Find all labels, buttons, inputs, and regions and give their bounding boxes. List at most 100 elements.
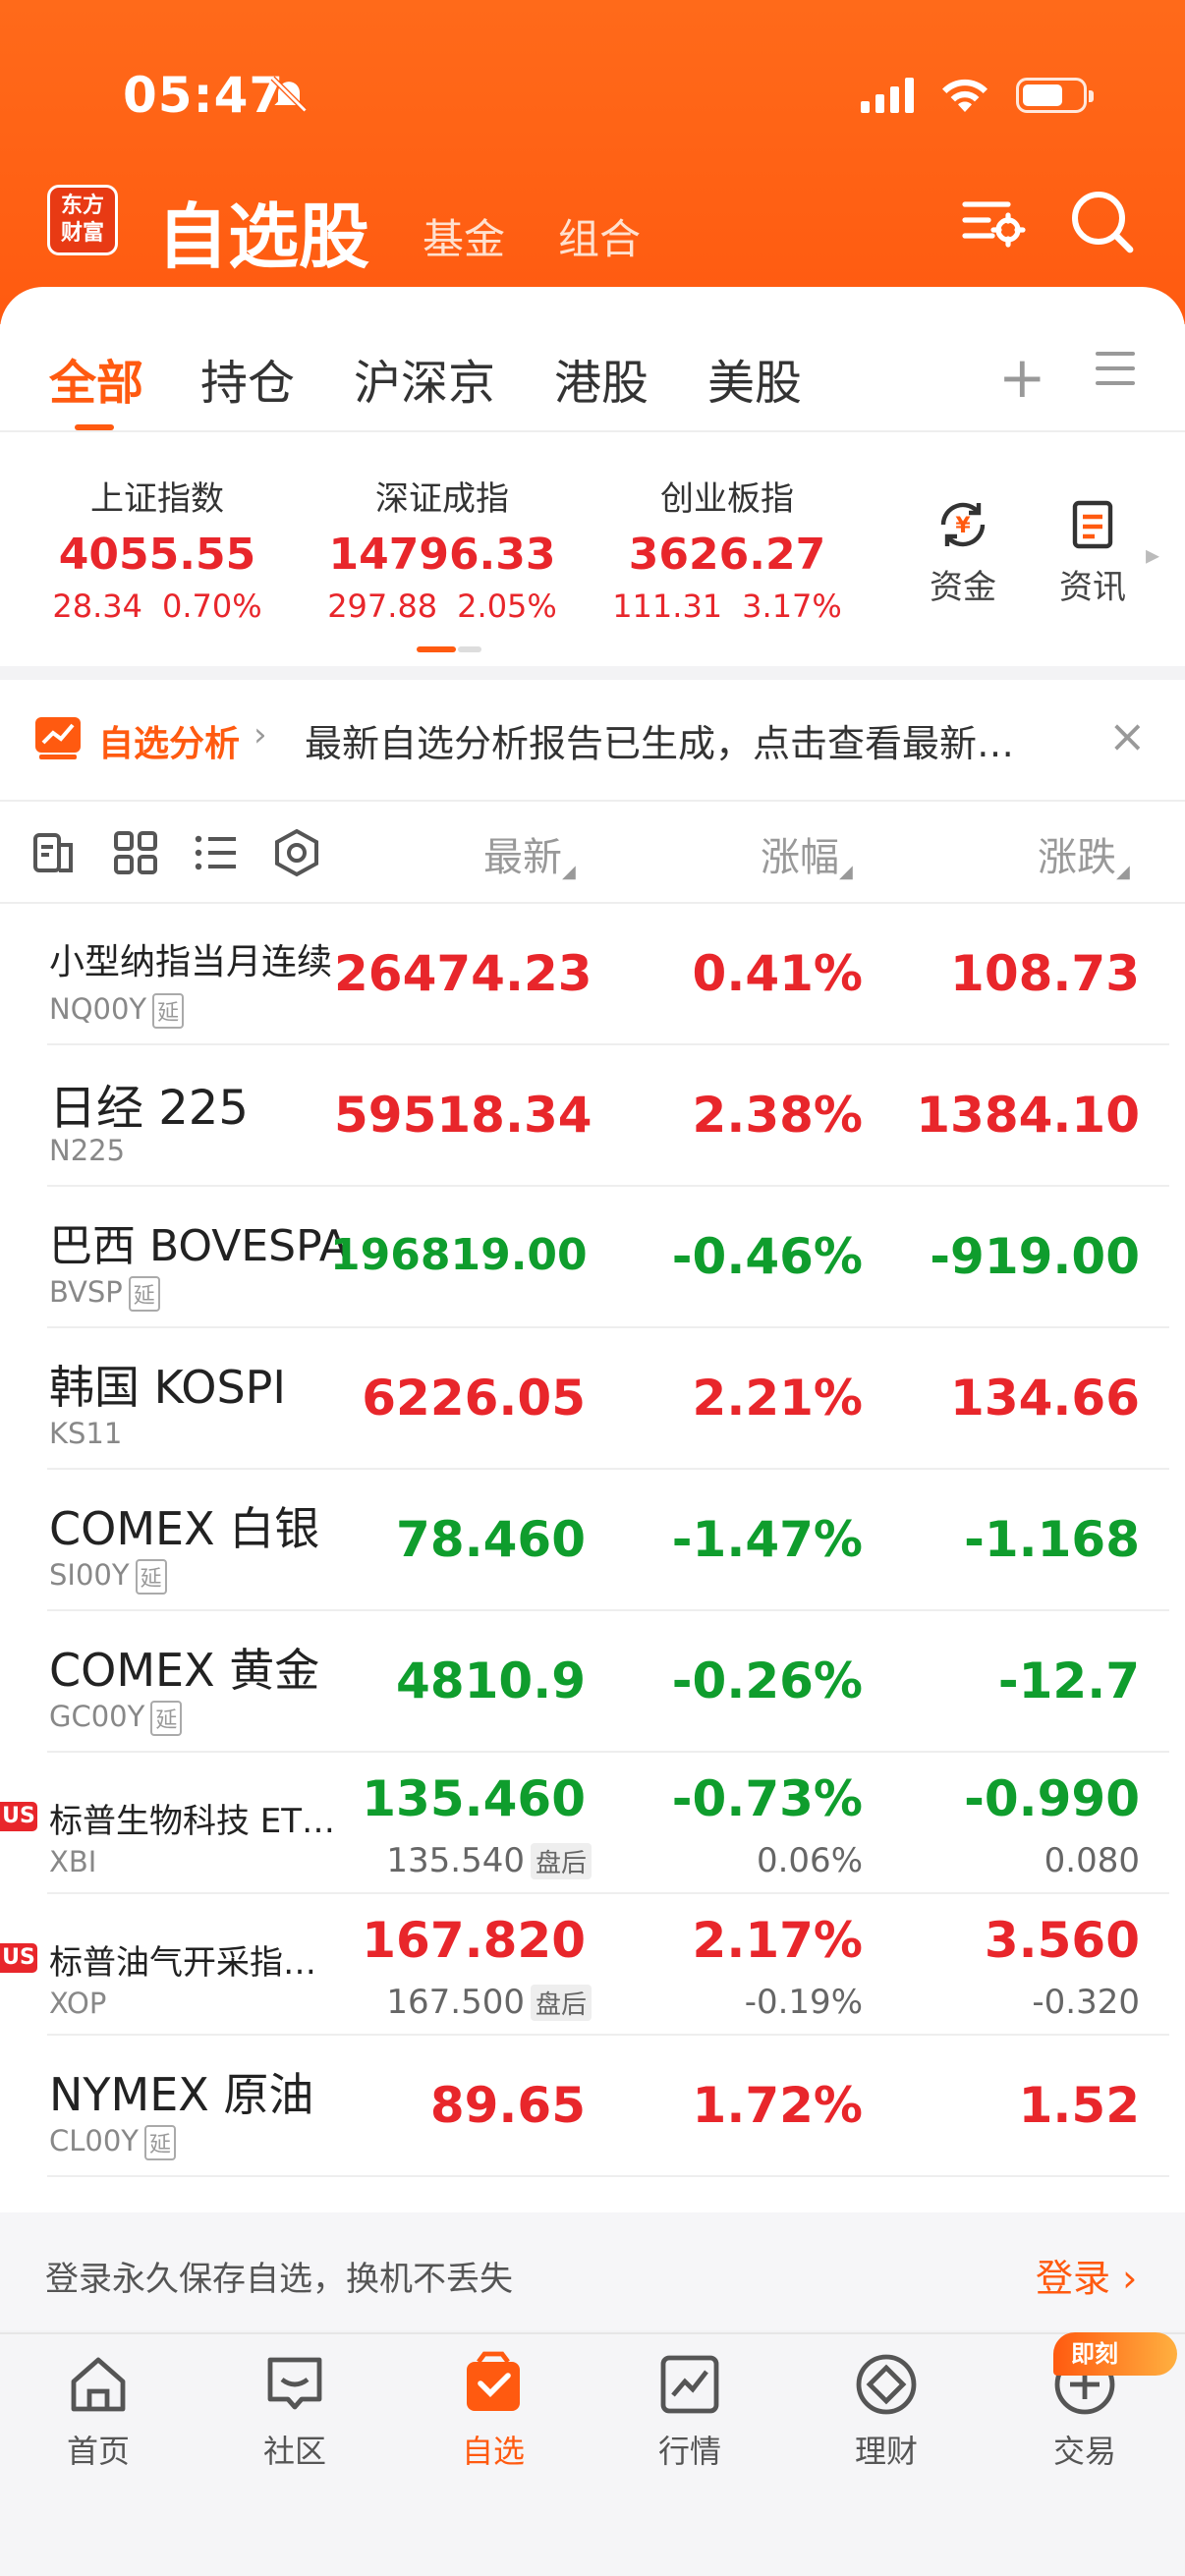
tab-wealth[interactable]: 理财 <box>818 2348 955 2472</box>
grid-view-icon[interactable] <box>110 827 161 878</box>
search-icon[interactable] <box>1067 187 1136 255</box>
row-change-amt: 3.560 <box>984 1912 1140 1969</box>
news-doc-icon <box>1072 500 1113 549</box>
row-latest: 196819.00 <box>330 1230 588 1280</box>
row-change-pct: 2.38% <box>692 1087 863 1144</box>
trade-instant-badge: 即刻 <box>1053 2332 1177 2376</box>
row-change-amt: -919.00 <box>930 1228 1140 1285</box>
sync-list-icon[interactable] <box>29 827 81 878</box>
yuan-flow-icon: ¥ <box>940 502 986 547</box>
analysis-chart-icon <box>35 717 81 759</box>
login-button[interactable]: 登录 › <box>1036 2248 1137 2302</box>
row-after-hours-pct: 0.06% <box>756 1841 863 1880</box>
row-change-amt: 1.52 <box>1018 2077 1140 2134</box>
page-title: 自选股 <box>157 196 370 278</box>
tab-community[interactable]: 社区 <box>226 2348 364 2472</box>
row-code: XBI <box>49 1845 97 1878</box>
community-chat-icon <box>267 2357 322 2410</box>
tab-watchlist[interactable]: 自选 <box>424 2348 562 2472</box>
status-time: 05:47 <box>123 67 285 124</box>
table-row[interactable]: NYMEX 原油 CL00Y 延 89.65 1.72% 1.52 <box>0 2036 1185 2177</box>
app-logo: 东方 财富 <box>47 185 118 255</box>
row-change-amt: -0.990 <box>964 1770 1140 1827</box>
index-chinext[interactable]: 创业板指 3626.27 111.31 3.17% <box>590 472 865 625</box>
section-gap <box>0 666 1185 680</box>
tab-holdings[interactable]: 持仓 <box>200 344 295 413</box>
watchlist-bag-icon <box>467 2351 520 2411</box>
row-latest: 4810.9 <box>396 1652 586 1709</box>
banner-text: 最新自选分析报告已生成，点击查看最新… <box>305 722 1015 765</box>
list-view-icon[interactable] <box>191 827 242 878</box>
row-after-hours-chg: -0.320 <box>1032 1983 1140 2022</box>
row-change-amt: 134.66 <box>950 1370 1140 1427</box>
home-icon <box>71 2357 126 2412</box>
quick-link-news[interactable]: 资讯 <box>1044 497 1142 608</box>
chevron-right-icon: › <box>254 715 267 755</box>
row-latest: 6226.05 <box>362 1370 586 1427</box>
row-change-amt: 108.73 <box>950 945 1140 1002</box>
us-market-badge: US <box>0 1802 37 1831</box>
tab-hk[interactable]: 港股 <box>554 344 649 413</box>
row-code: NQ00Y 延 <box>49 992 185 1029</box>
wealth-diamond-icon <box>856 2354 917 2415</box>
header-tab-portfolio[interactable]: 组合 <box>558 206 641 266</box>
banner-tag: 自选分析 <box>98 724 241 764</box>
row-after-hours-price: 135.540 盘后 <box>324 1841 592 1880</box>
settings-hex-icon[interactable] <box>271 827 322 878</box>
index-shenzhen[interactable]: 深证成指 14796.33 297.88 2.05% <box>305 472 580 625</box>
tab-market[interactable]: 行情 <box>621 2348 759 2472</box>
divider <box>0 430 1185 432</box>
row-name: 标普油气开采指… <box>49 1943 316 1983</box>
row-change-amt: 1384.10 <box>916 1087 1140 1144</box>
row-after-hours-price: 167.500 盘后 <box>324 1983 592 2022</box>
row-name: 巴西 BOVESPA <box>49 1221 349 1271</box>
tab-all[interactable]: 全部 <box>49 344 143 413</box>
row-latest: 59518.34 <box>334 1087 592 1144</box>
row-name: 小型纳指当月连续 <box>49 942 333 982</box>
column-change-pct[interactable]: 涨幅◢ <box>761 825 853 882</box>
table-row[interactable]: US 标普生物科技 ET… XBI 135.460 -0.73% -0.990 … <box>0 1753 1185 1894</box>
header-tab-fund[interactable]: 基金 <box>423 206 505 266</box>
add-group-button[interactable]: + <box>998 344 1046 411</box>
table-row[interactable]: 小型纳指当月连续 NQ00Y 延 26474.23 0.41% 108.73 <box>0 904 1185 1045</box>
table-row[interactable]: COMEX 白银 SI00Y 延 78.460 -1.47% -1.168 <box>0 1470 1185 1611</box>
row-change-pct: -0.26% <box>671 1652 863 1709</box>
close-icon[interactable]: × <box>1108 709 1147 762</box>
app-header: 05:47 东方 财富 自选股 基金 组合 <box>0 0 1185 324</box>
table-row[interactable]: 巴西 BOVESPA BVSP 延 196819.00 -0.46% -919.0… <box>0 1187 1185 1328</box>
column-latest[interactable]: 最新◢ <box>483 825 576 882</box>
bell-muted-icon <box>270 76 308 113</box>
row-name: 日经 225 <box>49 1081 249 1136</box>
column-change-amt[interactable]: 涨跌◢ <box>1038 825 1144 882</box>
row-code: BVSP 延 <box>49 1275 160 1312</box>
us-market-badge: US <box>0 1943 37 1973</box>
row-code: KS11 <box>49 1417 123 1450</box>
table-row[interactable]: COMEX 黄金 GC00Y 延 4810.9 -0.26% -12.7 <box>0 1611 1185 1753</box>
column-header: 最新◢ 涨幅◢ 涨跌◢ <box>0 802 1185 904</box>
table-row[interactable]: US 标普油气开采指… XOP 167.820 2.17% 3.560 167.… <box>0 1894 1185 2036</box>
quick-link-funds[interactable]: ¥ 资金 <box>914 497 1012 608</box>
more-arrow-icon[interactable]: ▸ <box>1146 538 1159 571</box>
group-menu-icon[interactable] <box>1096 352 1135 391</box>
login-prompt-text: 登录永久保存自选，换机不丢失 <box>45 2260 513 2299</box>
list-settings-icon[interactable] <box>957 187 1026 255</box>
bottom-tab-bar: 首页 社区 自选 行情 理财 交易 <box>0 2332 1185 2576</box>
tab-us[interactable]: 美股 <box>707 344 802 413</box>
row-latest: 78.460 <box>396 1511 586 1568</box>
login-prompt-bar: 登录永久保存自选，换机不丢失 登录 › <box>0 2212 1185 2330</box>
tab-home[interactable]: 首页 <box>29 2348 167 2472</box>
index-shanghai[interactable]: 上证指数 4055.55 28.34 0.70% <box>20 472 295 625</box>
row-change-pct: 0.41% <box>692 945 863 1002</box>
table-row[interactable]: 日经 225 N225 59518.34 2.38% 1384.10 <box>0 1045 1185 1187</box>
row-change-amt: -1.168 <box>964 1511 1140 1568</box>
row-after-hours-pct: -0.19% <box>744 1983 863 2022</box>
table-row[interactable]: 韩国 KOSPI KS11 6226.05 2.21% 134.66 <box>0 1328 1185 1470</box>
cellular-signal-icon <box>861 78 914 113</box>
analysis-banner[interactable]: 自选分析 › 最新自选分析报告已生成，点击查看最新… × <box>0 680 1185 800</box>
row-name: 韩国 KOSPI <box>49 1361 286 1414</box>
tab-a-shares[interactable]: 沪深京 <box>354 344 495 413</box>
row-change-amt: -12.7 <box>997 1652 1140 1709</box>
row-code: SI00Y 延 <box>49 1558 167 1595</box>
row-name: NYMEX 原油 <box>49 2068 314 2121</box>
row-latest: 135.460 <box>362 1770 586 1827</box>
